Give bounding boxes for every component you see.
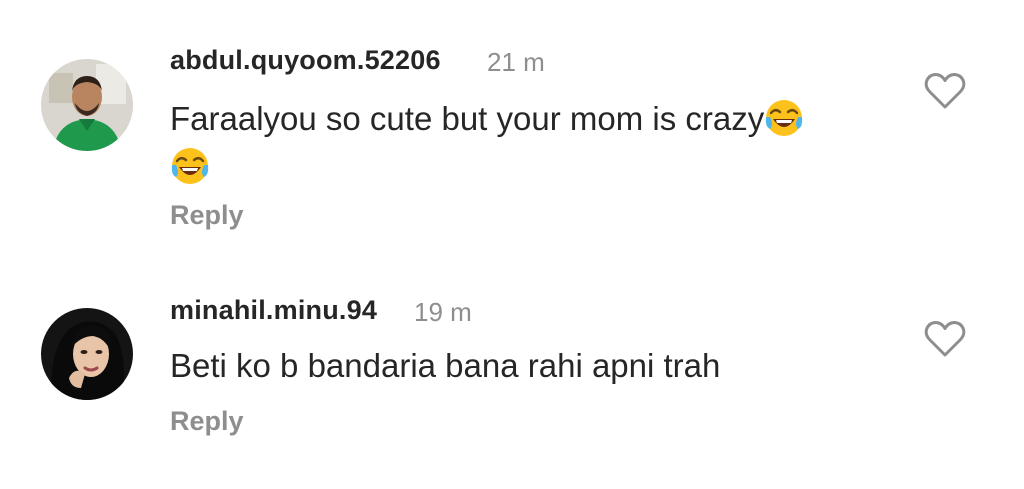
reply-button[interactable]: Reply [170, 406, 244, 437]
avatar-photo [41, 308, 133, 400]
comment-text-block: Faraalyou so cute but your mom is crazy [170, 95, 870, 191]
comment-username[interactable]: minahil.minu.94 [170, 295, 377, 326]
reply-button[interactable]: Reply [170, 200, 244, 231]
avatar[interactable] [41, 308, 133, 400]
face-with-tears-of-joy-icon [764, 98, 804, 138]
avatar[interactable] [41, 59, 133, 151]
comment-item: abdul.quyoom.52206 21 m Faraalyou so cut… [0, 0, 1024, 250]
face-with-tears-of-joy-icon [170, 146, 210, 186]
heart-outline-icon[interactable] [924, 72, 966, 110]
comment-text: Faraalyou so cute but your mom is crazy [170, 100, 765, 137]
comment-timestamp: 19 m [414, 297, 472, 327]
comment-text: Beti ko b bandaria bana rahi apni trah [170, 347, 721, 384]
comments-list: abdul.quyoom.52206 21 m Faraalyou so cut… [0, 0, 1024, 489]
comment-timestamp: 21 m [487, 47, 545, 77]
comment-item: minahil.minu.94 19 m Beti ko b bandaria … [0, 250, 1024, 489]
heart-outline-icon[interactable] [924, 320, 966, 358]
avatar-photo [41, 59, 133, 151]
comment-username[interactable]: abdul.quyoom.52206 [170, 45, 441, 76]
